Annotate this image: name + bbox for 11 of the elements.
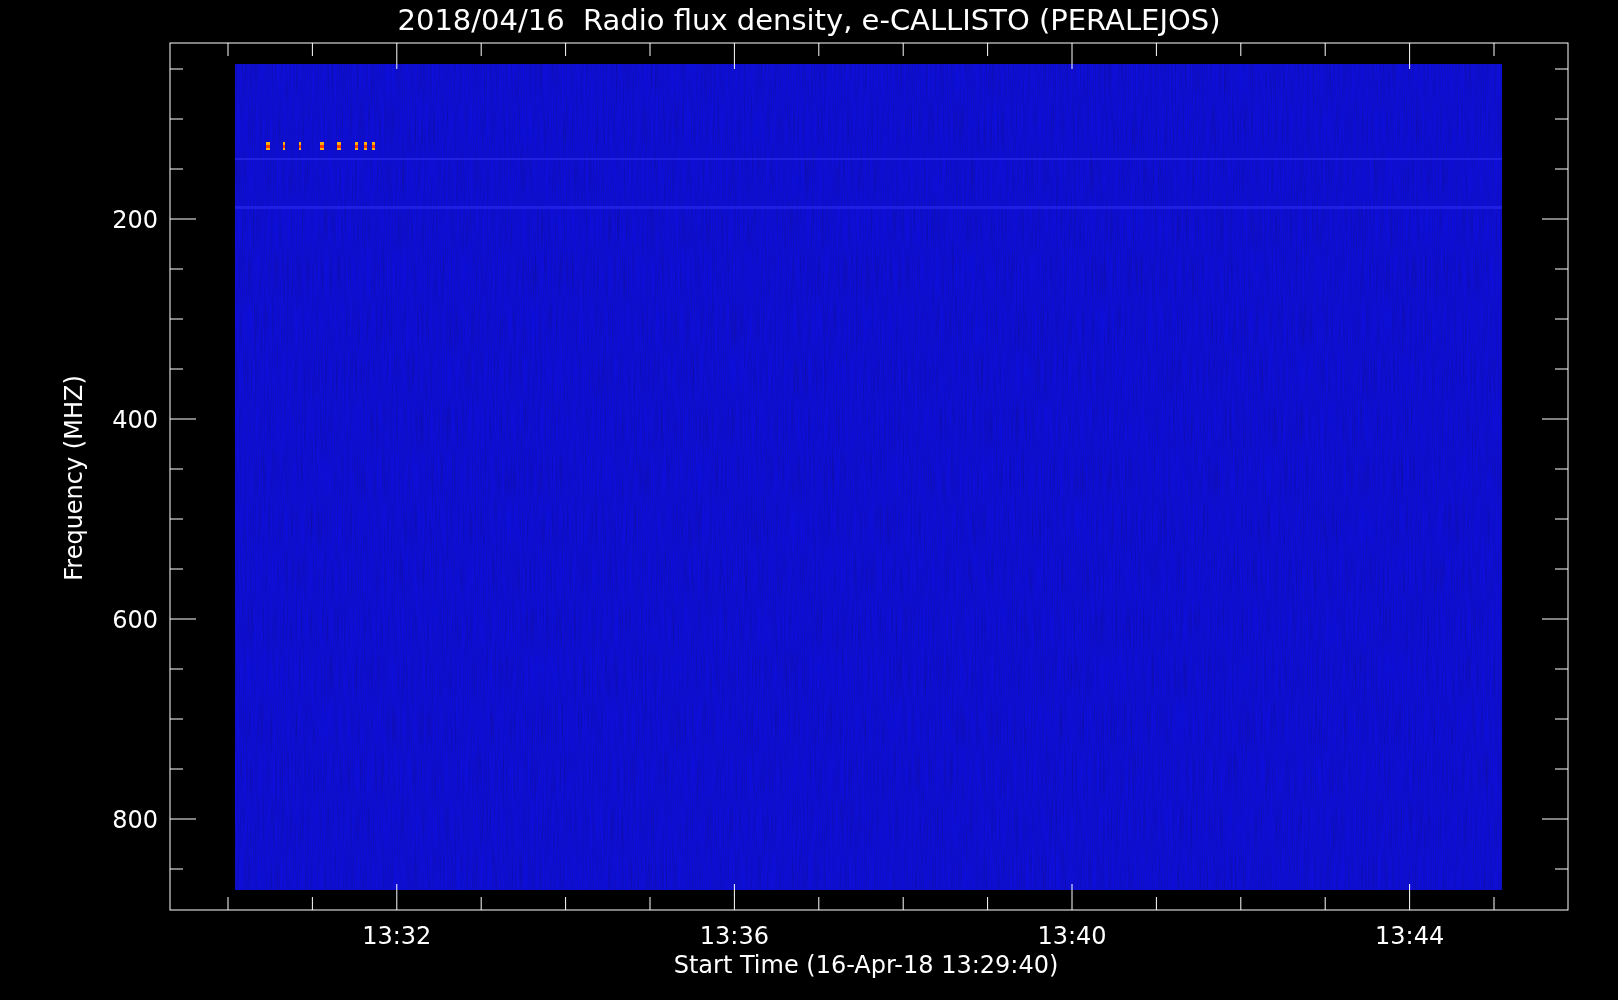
- y-tick-label: 400: [112, 406, 158, 434]
- chart-title: 2018/04/16 Radio flux density, e-CALLISTO (PERALEJOS): [397, 3, 1221, 37]
- x-tick-label: 13:36: [699, 922, 769, 950]
- y-tick-label: 800: [112, 806, 158, 834]
- y-tick-label: 600: [112, 606, 158, 634]
- x-tick-label: 13:44: [1375, 922, 1445, 950]
- x-tick-label: 13:32: [362, 922, 432, 950]
- y-axis-title: Frequency (MHZ): [60, 375, 88, 581]
- y-tick-label: 200: [112, 206, 158, 234]
- x-tick-label: 13:40: [1037, 922, 1107, 950]
- x-axis-title: Start Time (16-Apr-18 13:29:40): [673, 951, 1059, 979]
